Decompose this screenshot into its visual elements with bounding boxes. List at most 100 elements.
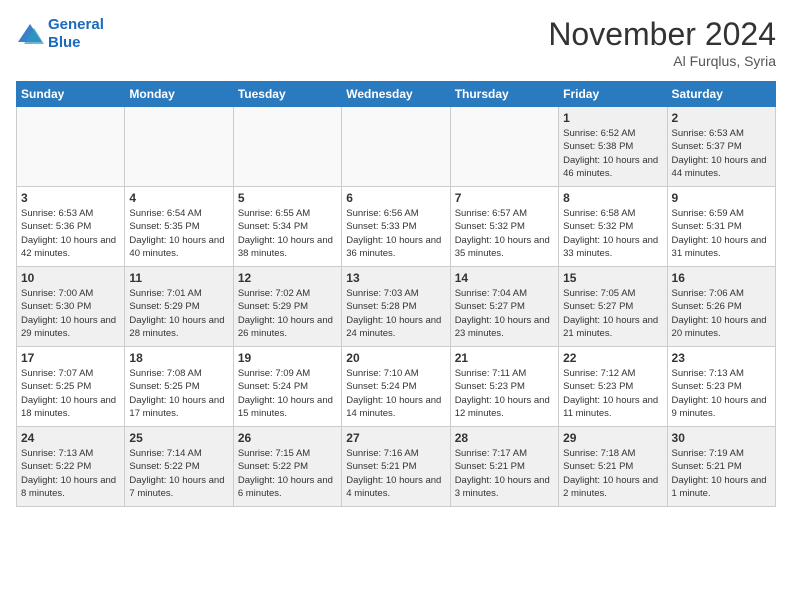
- day-info: Sunrise: 6:57 AMSunset: 5:32 PMDaylight:…: [455, 207, 554, 260]
- day-info: Sunrise: 6:52 AMSunset: 5:38 PMDaylight:…: [563, 127, 662, 180]
- day-number: 14: [455, 271, 554, 285]
- day-number: 11: [129, 271, 228, 285]
- day-info: Sunrise: 7:00 AMSunset: 5:30 PMDaylight:…: [21, 287, 120, 340]
- day-info: Sunrise: 7:18 AMSunset: 5:21 PMDaylight:…: [563, 447, 662, 500]
- calendar-cell: 9Sunrise: 6:59 AMSunset: 5:31 PMDaylight…: [667, 187, 775, 267]
- day-number: 22: [563, 351, 662, 365]
- day-info: Sunrise: 6:55 AMSunset: 5:34 PMDaylight:…: [238, 207, 337, 260]
- calendar-cell: 16 Sunrise: 7:06 AMSunset: 5:26 PMDayligh…: [667, 267, 775, 347]
- day-info: Sunrise: 6:59 AMSunset: 5:31 PMDaylight:…: [672, 207, 771, 260]
- calendar-cell: 12 Sunrise: 7:02 AMSunset: 5:29 PMDayligh…: [233, 267, 341, 347]
- day-info: Sunrise: 6:53 AMSunset: 5:37 PMDaylight:…: [672, 127, 771, 180]
- calendar-cell: 18 Sunrise: 7:08 AMSunset: 5:25 PMDayligh…: [125, 347, 233, 427]
- day-number: 21: [455, 351, 554, 365]
- day-number: 16: [672, 271, 771, 285]
- day-info: Sunrise: 7:10 AMSunset: 5:24 PMDaylight:…: [346, 367, 445, 420]
- day-of-week-header: Thursday: [450, 82, 558, 107]
- calendar-cell: [233, 107, 341, 187]
- calendar-cell: [450, 107, 558, 187]
- day-info: Sunrise: 7:12 AMSunset: 5:23 PMDaylight:…: [563, 367, 662, 420]
- calendar-week-row: 17 Sunrise: 7:07 AMSunset: 5:25 PMDayligh…: [17, 347, 776, 427]
- day-number: 18: [129, 351, 228, 365]
- calendar-cell: 14 Sunrise: 7:04 AMSunset: 5:27 PMDayligh…: [450, 267, 558, 347]
- day-number: 24: [21, 431, 120, 445]
- day-info: Sunrise: 7:14 AMSunset: 5:22 PMDaylight:…: [129, 447, 228, 500]
- day-info: Sunrise: 7:11 AMSunset: 5:23 PMDaylight:…: [455, 367, 554, 420]
- day-of-week-header: Wednesday: [342, 82, 450, 107]
- day-number: 23: [672, 351, 771, 365]
- day-info: Sunrise: 7:04 AMSunset: 5:27 PMDaylight:…: [455, 287, 554, 340]
- day-of-week-header: Sunday: [17, 82, 125, 107]
- calendar-cell: 5 Sunrise: 6:55 AMSunset: 5:34 PMDaylight…: [233, 187, 341, 267]
- day-number: 26: [238, 431, 337, 445]
- day-info: Sunrise: 7:08 AMSunset: 5:25 PMDaylight:…: [129, 367, 228, 420]
- calendar-cell: 24Sunrise: 7:13 AMSunset: 5:22 PMDayligh…: [17, 427, 125, 507]
- day-number: 30: [672, 431, 771, 445]
- page-header: General Blue November 2024 Al Furqlus, S…: [16, 16, 776, 69]
- day-number: 7: [455, 191, 554, 205]
- day-number: 2: [672, 111, 771, 125]
- day-number: 17: [21, 351, 120, 365]
- calendar-week-row: 1 Sunrise: 6:52 AMSunset: 5:38 PMDaylight…: [17, 107, 776, 187]
- calendar-cell: [17, 107, 125, 187]
- calendar-cell: 26Sunrise: 7:15 AMSunset: 5:22 PMDayligh…: [233, 427, 341, 507]
- calendar-week-row: 3 Sunrise: 6:53 AMSunset: 5:36 PMDaylight…: [17, 187, 776, 267]
- day-number: 28: [455, 431, 554, 445]
- logo-text: General Blue: [48, 16, 104, 52]
- logo-icon: [16, 22, 44, 46]
- calendar-week-row: 24Sunrise: 7:13 AMSunset: 5:22 PMDayligh…: [17, 427, 776, 507]
- calendar-cell: 25Sunrise: 7:14 AMSunset: 5:22 PMDayligh…: [125, 427, 233, 507]
- calendar-week-row: 10 Sunrise: 7:00 AMSunset: 5:30 PMDayligh…: [17, 267, 776, 347]
- day-number: 29: [563, 431, 662, 445]
- day-info: Sunrise: 7:07 AMSunset: 5:25 PMDaylight:…: [21, 367, 120, 420]
- day-number: 19: [238, 351, 337, 365]
- day-info: Sunrise: 6:53 AMSunset: 5:36 PMDaylight:…: [21, 207, 120, 260]
- day-info: Sunrise: 7:19 AMSunset: 5:21 PMDaylight:…: [672, 447, 771, 500]
- calendar-header-row: SundayMondayTuesdayWednesdayThursdayFrid…: [17, 82, 776, 107]
- calendar-cell: 28 Sunrise: 7:17 AMSunset: 5:21 PMDayligh…: [450, 427, 558, 507]
- day-number: 12: [238, 271, 337, 285]
- day-number: 5: [238, 191, 337, 205]
- calendar-table: SundayMondayTuesdayWednesdayThursdayFrid…: [16, 81, 776, 507]
- day-of-week-header: Friday: [559, 82, 667, 107]
- logo: General Blue: [16, 16, 104, 52]
- calendar-cell: [342, 107, 450, 187]
- day-info: Sunrise: 7:06 AMSunset: 5:26 PMDaylight:…: [672, 287, 771, 340]
- day-number: 13: [346, 271, 445, 285]
- calendar-cell: 6Sunrise: 6:56 AMSunset: 5:33 PMDaylight…: [342, 187, 450, 267]
- calendar-cell: 22 Sunrise: 7:12 AMSunset: 5:23 PMDayligh…: [559, 347, 667, 427]
- calendar-cell: 23 Sunrise: 7:13 AMSunset: 5:23 PMDayligh…: [667, 347, 775, 427]
- day-info: Sunrise: 6:58 AMSunset: 5:32 PMDaylight:…: [563, 207, 662, 260]
- day-number: 8: [563, 191, 662, 205]
- day-info: Sunrise: 7:09 AMSunset: 5:24 PMDaylight:…: [238, 367, 337, 420]
- day-number: 1: [563, 111, 662, 125]
- day-number: 6: [346, 191, 445, 205]
- title-block: November 2024 Al Furqlus, Syria: [548, 16, 776, 69]
- calendar-cell: [125, 107, 233, 187]
- calendar-cell: 1 Sunrise: 6:52 AMSunset: 5:38 PMDaylight…: [559, 107, 667, 187]
- calendar-cell: 30 Sunrise: 7:19 AMSunset: 5:21 PMDayligh…: [667, 427, 775, 507]
- calendar-cell: 11 Sunrise: 7:01 AMSunset: 5:29 PMDayligh…: [125, 267, 233, 347]
- day-info: Sunrise: 7:13 AMSunset: 5:23 PMDaylight:…: [672, 367, 771, 420]
- calendar-cell: 2 Sunrise: 6:53 AMSunset: 5:37 PMDaylight…: [667, 107, 775, 187]
- day-info: Sunrise: 7:05 AMSunset: 5:27 PMDaylight:…: [563, 287, 662, 340]
- location: Al Furqlus, Syria: [548, 53, 776, 69]
- calendar-cell: 29 Sunrise: 7:18 AMSunset: 5:21 PMDayligh…: [559, 427, 667, 507]
- calendar-cell: 13 Sunrise: 7:03 AMSunset: 5:28 PMDayligh…: [342, 267, 450, 347]
- calendar-cell: 20Sunrise: 7:10 AMSunset: 5:24 PMDayligh…: [342, 347, 450, 427]
- day-info: Sunrise: 7:01 AMSunset: 5:29 PMDaylight:…: [129, 287, 228, 340]
- day-number: 27: [346, 431, 445, 445]
- month-title: November 2024: [548, 16, 776, 53]
- calendar-cell: 15Sunrise: 7:05 AMSunset: 5:27 PMDayligh…: [559, 267, 667, 347]
- day-number: 3: [21, 191, 120, 205]
- day-info: Sunrise: 7:17 AMSunset: 5:21 PMDaylight:…: [455, 447, 554, 500]
- calendar-cell: 27Sunrise: 7:16 AMSunset: 5:21 PMDayligh…: [342, 427, 450, 507]
- calendar-cell: 17 Sunrise: 7:07 AMSunset: 5:25 PMDayligh…: [17, 347, 125, 427]
- day-number: 10: [21, 271, 120, 285]
- day-of-week-header: Saturday: [667, 82, 775, 107]
- calendar-cell: 21 Sunrise: 7:11 AMSunset: 5:23 PMDayligh…: [450, 347, 558, 427]
- day-info: Sunrise: 7:02 AMSunset: 5:29 PMDaylight:…: [238, 287, 337, 340]
- day-number: 4: [129, 191, 228, 205]
- calendar-cell: 8 Sunrise: 6:58 AMSunset: 5:32 PMDaylight…: [559, 187, 667, 267]
- day-info: Sunrise: 7:03 AMSunset: 5:28 PMDaylight:…: [346, 287, 445, 340]
